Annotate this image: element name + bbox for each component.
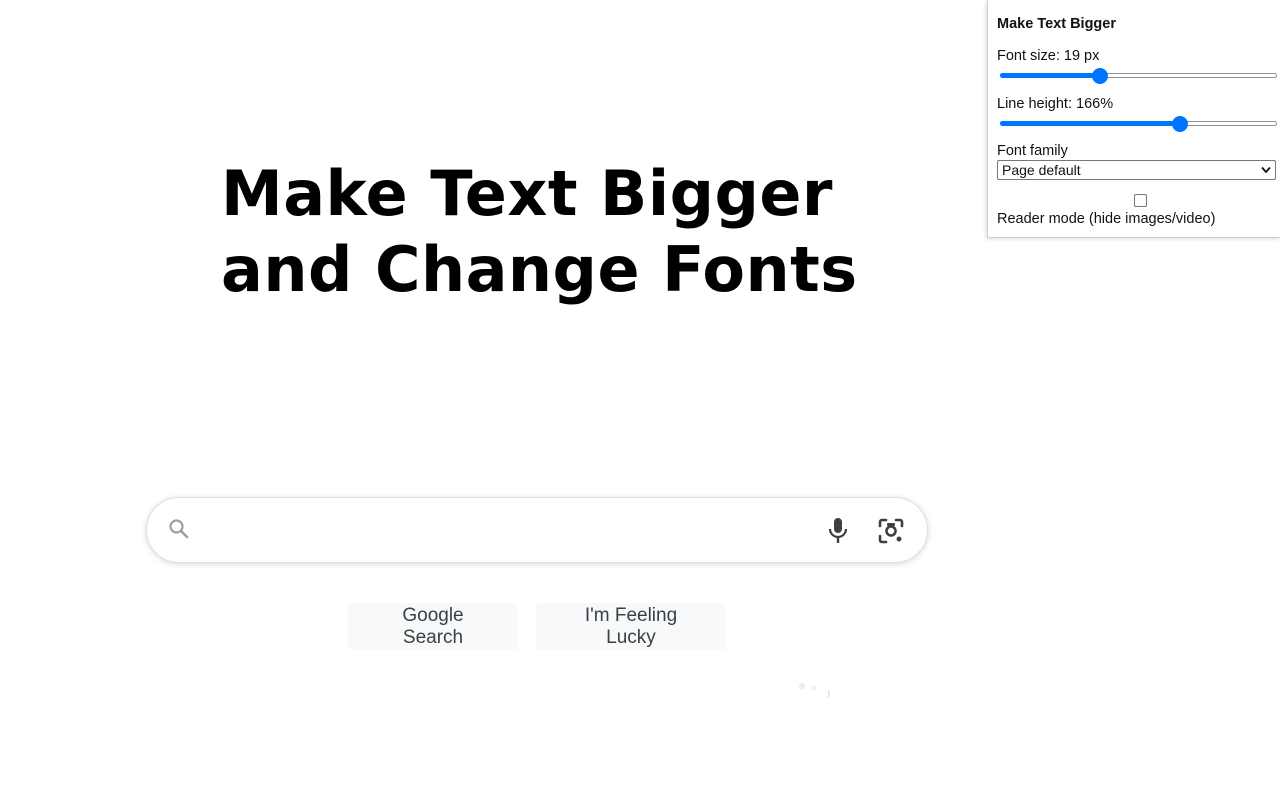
- font-family-label: Font family: [997, 143, 1068, 159]
- font-size-label: Font size: 19 px: [997, 48, 1100, 64]
- slider-thumb[interactable]: [1172, 116, 1188, 132]
- slider-fill: [1000, 73, 1100, 78]
- slider-thumb[interactable]: [1092, 68, 1108, 84]
- search-box[interactable]: [146, 497, 928, 563]
- camera-search-icon[interactable]: [877, 517, 905, 545]
- microphone-icon[interactable]: [825, 517, 851, 545]
- promo-headline: Make Text Bigger and Change Fonts: [221, 156, 861, 308]
- feeling-lucky-button[interactable]: I'm Feeling Lucky: [536, 603, 726, 650]
- extension-popup: Make Text Bigger Font size: 19 px Line h…: [987, 0, 1280, 238]
- headline-line-2: and Change Fonts: [221, 233, 858, 306]
- slider-fill: [1000, 121, 1180, 126]
- line-height-label: Line height: 166%: [997, 96, 1114, 112]
- reader-mode-label: Reader mode (hide images/video): [997, 211, 1216, 227]
- headline-line-1: Make Text Bigger: [221, 157, 833, 230]
- line-height-slider[interactable]: [1000, 116, 1277, 132]
- font-family-select[interactable]: Page default: [997, 160, 1276, 180]
- search-icon: [169, 519, 189, 539]
- font-family-selected: Page default: [1002, 162, 1081, 178]
- google-search-button[interactable]: Google Search: [348, 603, 518, 650]
- browser-page: Make Text Bigger and Change Fonts Google…: [0, 0, 1280, 800]
- chevron-down-icon: [1261, 166, 1271, 174]
- search-input[interactable]: [207, 510, 811, 552]
- extension-title: Make Text Bigger: [997, 16, 1116, 32]
- reader-mode-checkbox[interactable]: [1134, 194, 1147, 207]
- faint-artifact: [799, 683, 831, 699]
- font-size-slider[interactable]: [1000, 68, 1277, 84]
